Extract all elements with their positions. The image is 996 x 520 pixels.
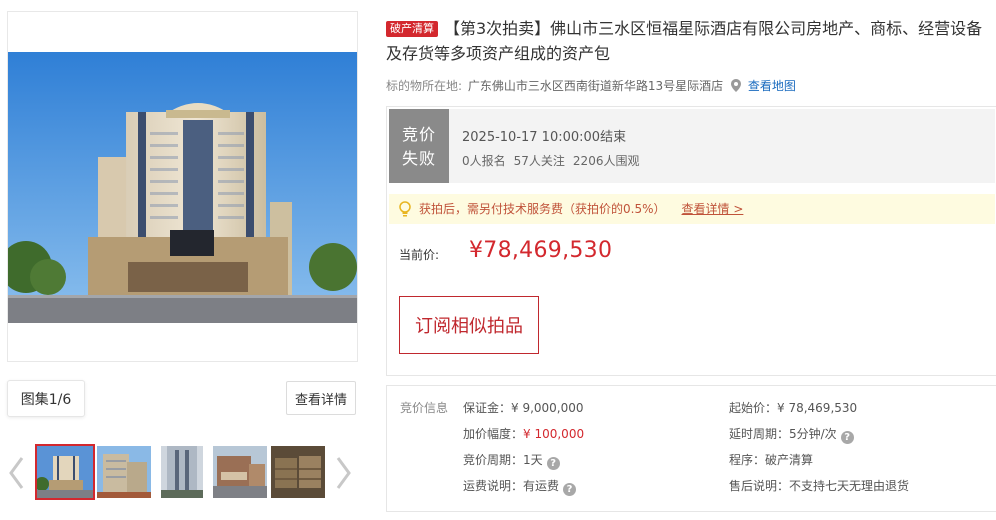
auction-panel: 竞价 失败 2025-10-17 10:00:00结束 0人报名 57人关注 220… [386,106,996,376]
shipping-info: 运费说明：有运费? [463,477,577,496]
item-title-block: 破产清算 【第3次拍卖】佛山市三水区恒福星际酒店有限公司房地产、商标、经营设备及存… [386,16,990,66]
delay-period-text: 延时周期：5分钟/次 [729,427,837,441]
fee-details-link[interactable]: 查看详情 > [682,202,744,216]
thumbnail-hotel-exterior[interactable] [35,444,95,500]
map-pin-icon [730,79,741,92]
thumbnail-storage-room[interactable] [271,446,325,498]
album-counter: 图集1/6 [7,380,85,417]
status-line-2: 失败 [401,149,436,168]
bid-period-info: 竞价周期：1天? [463,451,560,470]
follow-count: 57人关注 [513,154,565,168]
main-photo-hotel[interactable] [8,52,357,323]
fee-notice-text: 获拍后，需另付技术服务费（获拍价的0.5%） [419,202,666,216]
deposit-info: 保证金：¥ 9,000,000 [463,401,584,415]
item-location: 标的物所在地: 广东佛山市三水区西南街道新华路13号星际酒店 查看地图 [386,77,796,94]
delay-period-info: 延时周期：5分钟/次? [729,425,854,444]
bidding-info-panel: 竞价信息 保证金：¥ 9,000,000 加价幅度：¥ 100,000 竞价周期… [386,385,996,512]
auction-status-badge: 竞价 失败 [389,109,449,183]
bid-period-help-icon[interactable]: ? [546,457,560,470]
auction-status-bar [389,109,995,183]
increment-info: 加价幅度：¥ 100,000 [463,425,584,442]
gallery-prev-icon[interactable] [8,456,24,490]
subscribe-similar-button[interactable]: 订阅相似拍品 [399,296,539,354]
location-label: 标的物所在地: [386,79,463,93]
thumbnail-street-view[interactable] [213,446,267,498]
delay-period-help-icon[interactable]: ? [840,431,854,444]
signup-count: 0人报名 [462,154,506,168]
view-count: 2206人围观 [572,154,640,168]
thumbnail-building-facade[interactable] [161,446,203,498]
increment-value: ¥ 100,000 [523,427,585,441]
procedure-info: 程序：破产清算 [729,453,814,467]
bankruptcy-tag: 破产清算 [386,21,438,37]
shipping-help-icon[interactable]: ? [563,483,577,496]
current-price-value: ¥78,469,530 [469,238,613,263]
thumbnail-building-side[interactable] [97,446,151,498]
location-value: 广东佛山市三水区西南街道新华路13号星际酒店 [467,79,724,93]
main-image-frame [7,11,358,362]
gallery-next-icon[interactable] [336,456,352,490]
view-details-button[interactable]: 查看详情 [286,381,356,415]
view-map-link[interactable]: 查看地图 [748,79,796,93]
status-line-1: 竞价 [401,125,436,144]
after-sale-info: 售后说明：不支持七天无理由退货 [729,479,910,493]
bidding-info-title: 竞价信息 [400,401,449,415]
item-title: 【第3次拍卖】佛山市三水区恒福星际酒店有限公司房地产、商标、经营设备及存货等多项… [386,19,983,63]
shipping-text: 运费说明：有运费 [463,479,560,493]
auction-stats: 0人报名 57人关注 2206人围观 [462,152,639,169]
start-price-info: 起始价：¥ 78,469,530 [729,401,858,415]
bid-period-text: 竞价周期：1天 [463,453,543,467]
lightbulb-icon [399,201,411,217]
increment-label: 加价幅度： [463,427,524,441]
current-price-label: 当前价: [399,248,440,262]
service-fee-notice: 获拍后，需另付技术服务费（获拍价的0.5%） 查看详情 > [389,194,995,224]
auction-end-time: 2025-10-17 10:00:00结束 [462,130,627,145]
